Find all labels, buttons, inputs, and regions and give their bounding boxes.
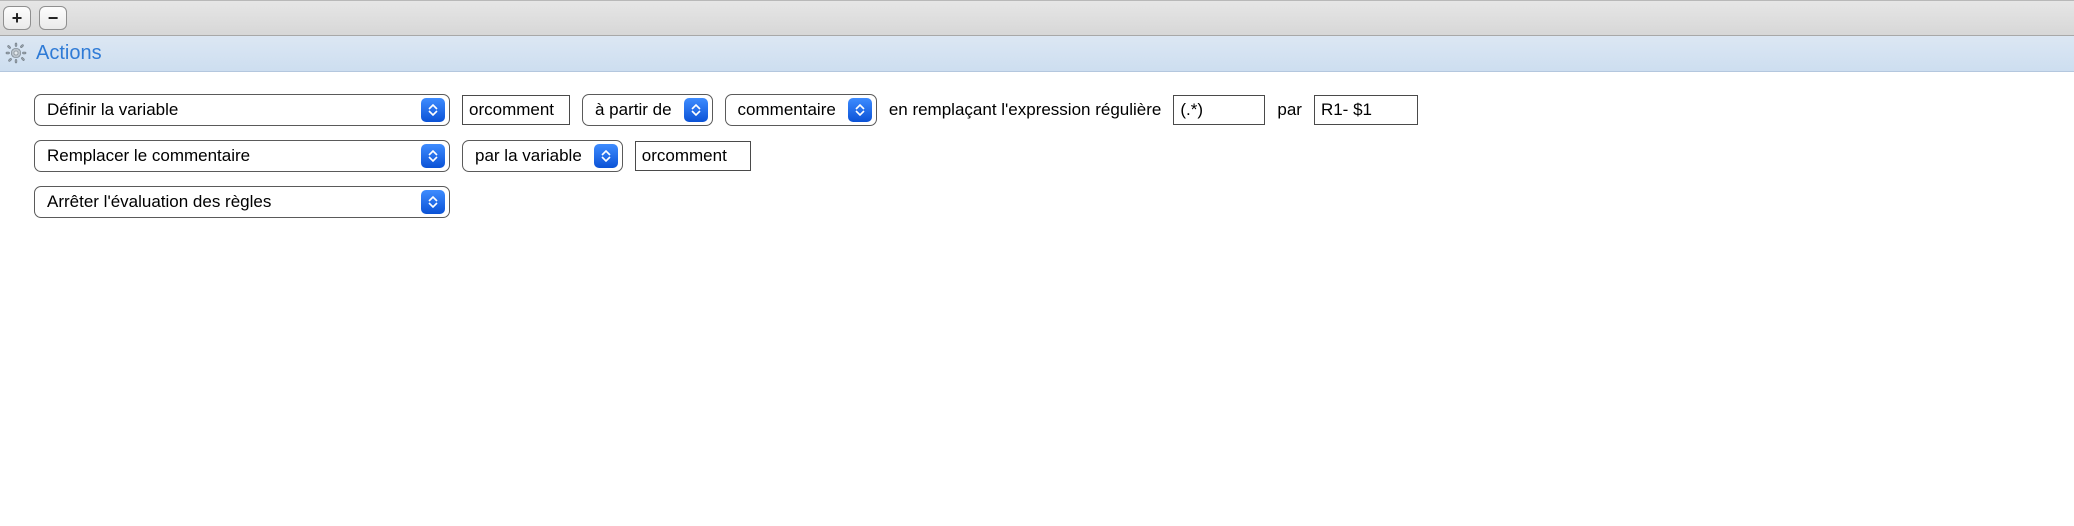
action-select[interactable]: Remplacer le commentaire bbox=[34, 140, 450, 172]
action-select-label: Arrêter l'évaluation des règles bbox=[35, 192, 421, 212]
source-select[interactable]: commentaire bbox=[725, 94, 877, 126]
chevron-up-down-icon bbox=[421, 190, 445, 214]
chevron-up-down-icon bbox=[594, 144, 618, 168]
mode-select[interactable]: par la variable bbox=[462, 140, 623, 172]
variable-name-input[interactable] bbox=[462, 95, 570, 125]
action-select[interactable]: Définir la variable bbox=[34, 94, 450, 126]
action-select-label: Remplacer le commentaire bbox=[35, 146, 421, 166]
add-button[interactable]: + bbox=[3, 6, 31, 30]
remove-button[interactable]: − bbox=[39, 6, 67, 30]
from-select[interactable]: à partir de bbox=[582, 94, 713, 126]
action-select-label: Définir la variable bbox=[35, 100, 421, 120]
variable-name-input[interactable] bbox=[635, 141, 751, 171]
replace-regex-label: en remplaçant l'expression régulière bbox=[889, 100, 1162, 120]
chevron-up-down-icon bbox=[421, 98, 445, 122]
rule-row: Arrêter l'évaluation des règles bbox=[34, 186, 2062, 218]
mode-select-label: par la variable bbox=[463, 146, 594, 166]
source-select-label: commentaire bbox=[726, 100, 848, 120]
gear-icon bbox=[4, 41, 28, 65]
chevron-up-down-icon bbox=[848, 98, 872, 122]
action-select[interactable]: Arrêter l'évaluation des règles bbox=[34, 186, 450, 218]
regex-input[interactable] bbox=[1173, 95, 1265, 125]
by-label: par bbox=[1277, 100, 1302, 120]
rule-row: Définir la variable à partir de commenta… bbox=[34, 94, 2062, 126]
rule-row: Remplacer le commentaire par la variable bbox=[34, 140, 2062, 172]
replacement-input[interactable] bbox=[1314, 95, 1418, 125]
chevron-up-down-icon bbox=[421, 144, 445, 168]
section-title: Actions bbox=[36, 42, 102, 65]
rules-list: Définir la variable à partir de commenta… bbox=[0, 72, 2074, 238]
chevron-up-down-icon bbox=[684, 98, 708, 122]
actions-header: Actions bbox=[0, 36, 2074, 72]
toolbar: + − bbox=[0, 0, 2074, 36]
from-select-label: à partir de bbox=[583, 100, 684, 120]
